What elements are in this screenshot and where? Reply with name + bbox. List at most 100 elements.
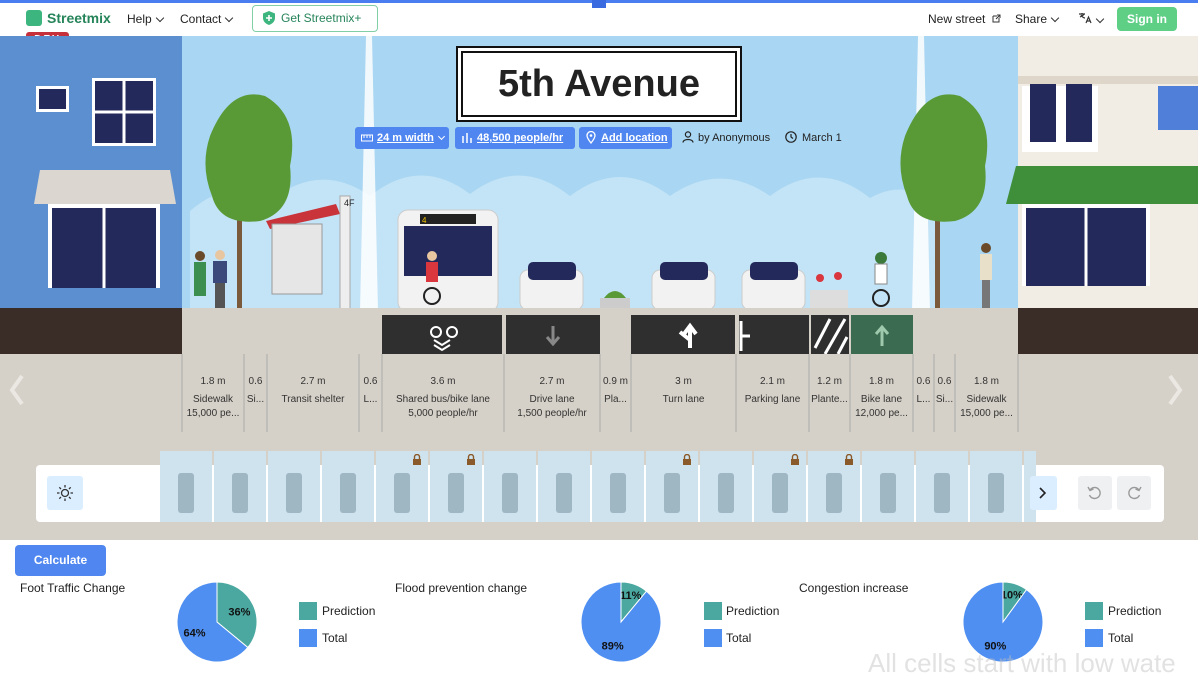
segment-sidewalk-tree-right[interactable]: 0.6 Si... [934,375,955,407]
palette-item-people[interactable] [160,451,212,522]
lock-icon [413,454,421,465]
translate-icon [1079,13,1092,24]
segment-capacity: 5,000 people/hr [408,408,478,419]
street-author[interactable]: by Anonymous [698,132,770,144]
location-pin-icon [586,131,596,144]
environment-button[interactable] [47,476,83,510]
palette-item-wayfinding[interactable] [808,451,860,522]
legend-swatch-total [704,629,722,647]
get-streetmix-plus-button[interactable]: Get Streetmix+ [252,5,378,32]
segment-bike-lane[interactable]: 1.8 m Bike lane 12,000 pe... [850,375,913,421]
segment-width[interactable]: 1.8 m [850,375,913,389]
chevron-down-icon [1050,13,1060,23]
segment-name: Plante... [811,394,848,405]
palette-item-flowers[interactable] [700,451,752,522]
add-location-label: Add location [601,132,668,144]
language-menu[interactable] [1078,12,1105,27]
people-icon [178,473,194,513]
segment-width[interactable]: 1.2 m [809,375,850,389]
segment-transit-shelter[interactable]: 2.7 m Transit shelter [267,375,359,407]
segment-width[interactable]: 2.7 m [267,375,359,389]
legend-swatch-total [1085,629,1103,647]
palette-next-button[interactable] [1030,476,1057,510]
segment-name: L... [916,394,931,405]
palette-item-tree[interactable] [214,451,266,522]
segment-width[interactable]: 1.8 m [955,375,1018,389]
lock-icon [467,454,475,465]
car [651,262,716,311]
chevron-down-icon [225,13,234,23]
palette-item-utility-pole[interactable] [538,451,590,522]
segment-width[interactable]: 2.1 m [736,375,809,389]
segment-width[interactable]: 2.7 m [504,375,600,389]
segment-width[interactable]: 3 m [631,375,736,389]
segment-width[interactable]: 0.9 m [600,375,631,389]
street-name[interactable]: 5th Avenue [461,51,737,117]
sun-icon [57,485,73,501]
palette-item-lamp[interactable] [484,451,536,522]
contact-menu[interactable]: Contact [180,12,234,26]
segment-width[interactable]: 1.8 m [182,375,244,389]
add-location-button[interactable]: Add location [579,127,672,149]
chevron-down-icon [155,13,164,23]
palette-item-scooter[interactable] [916,451,968,522]
street-width-label: 24 m width [377,132,434,144]
segment-lamp[interactable]: 0.6 L... [359,375,382,407]
streetmix-logo-icon[interactable] [26,10,42,26]
palette-item-bike-rider[interactable] [862,451,914,522]
street-width-button[interactable]: 24 m width [355,127,449,149]
palette-item-kiosk[interactable] [430,451,482,522]
palette-item-cone[interactable] [754,451,806,522]
bike-rider-icon [880,473,896,513]
chevron-down-icon [1095,14,1105,24]
segment-turn-lane[interactable]: 3 m Turn lane [631,375,736,407]
chart-title: Foot Traffic Change [20,581,126,595]
segment-name: L... [363,394,378,405]
tree-icon [232,473,248,513]
segment-name: Pla... [604,394,627,405]
help-menu[interactable]: Help [127,12,164,26]
redo-button[interactable] [1117,476,1151,510]
segment-width[interactable]: 0.6 [913,375,934,389]
segment-capacity: 15,000 pe... [186,408,240,419]
top-handle[interactable] [592,0,606,8]
awning [34,170,176,204]
legend-label-prediction: Prediction [322,604,376,618]
contact-label: Contact [180,12,222,26]
undo-button[interactable] [1078,476,1112,510]
palette-item-bicycle-rack[interactable] [268,451,320,522]
segment-sidewalk-right[interactable]: 1.8 m Sidewalk 15,000 pe... [955,375,1018,421]
segment-name: Si... [246,394,265,405]
segment-drive-lane[interactable]: 2.7 m Drive lane 1,500 people/hr [504,375,600,421]
tree [900,94,988,222]
palette-item-cyclist[interactable] [970,451,1022,522]
palette-item-bench[interactable] [322,451,374,522]
segment-lamp-right[interactable]: 0.6 L... [913,375,934,407]
share-label: Share [1015,12,1048,26]
help-label: Help [127,12,152,26]
segment-width[interactable]: 3.6 m [382,375,504,389]
brand-name[interactable]: Streetmix [47,10,111,26]
segment-width[interactable]: 0.6 [359,375,382,389]
tree [205,94,293,222]
segment-sidewalk-tree[interactable]: 0.6 Si... [244,375,267,407]
segment-shared-bus-bike-lane[interactable]: 3.6 m Shared bus/bike lane 5,000 people/… [382,375,504,421]
segment-parking-lane[interactable]: 2.1 m Parking lane [736,375,809,407]
capacity-button[interactable]: 48,500 people/hr [455,127,575,149]
segment-planter-buffer[interactable]: 1.2 m Plante... [809,375,850,407]
bus-lane-surface [382,315,502,354]
segment-width[interactable]: 0.6 [934,375,955,389]
sign-in-button[interactable]: Sign in [1117,7,1177,31]
palette-item-planter-box[interactable] [592,451,644,522]
palette-item-cafe-seating[interactable] [376,451,428,522]
pie-slice-label: 11% [620,590,642,602]
palette-item-vendor[interactable] [646,451,698,522]
segment-name: Shared bus/bike lane [396,394,490,405]
share-menu[interactable]: Share [1015,12,1060,26]
segment-width[interactable]: 0.6 [244,375,267,389]
chart-title: Flood prevention change [395,581,528,595]
calculate-button[interactable]: Calculate [15,545,106,576]
new-street-link[interactable]: New street [928,12,1001,26]
segment-sidewalk-left[interactable]: 1.8 m Sidewalk 15,000 pe... [182,375,244,421]
segment-planter[interactable]: 0.9 m Pla... [600,375,631,407]
